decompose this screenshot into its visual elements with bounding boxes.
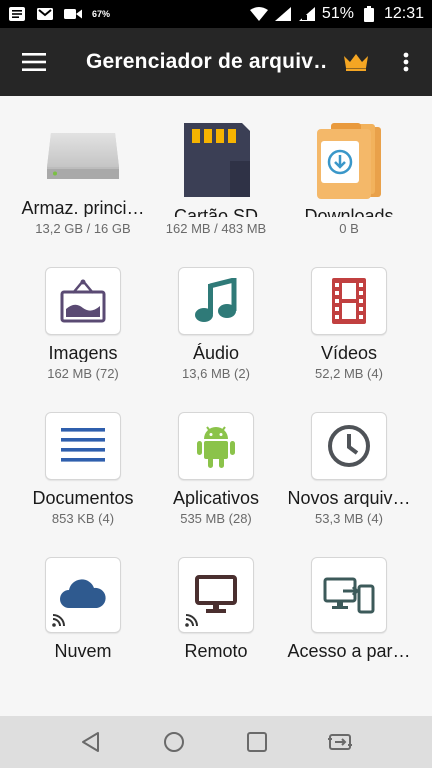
- status-bar: 67% 51% 12:31: [0, 0, 432, 28]
- tile-label: Áudio: [192, 343, 240, 362]
- tile-label: Imagens: [48, 343, 118, 362]
- cloud-icon: [45, 557, 121, 633]
- clock-time: 12:31: [383, 5, 424, 22]
- screen-cast-icon: [328, 734, 352, 750]
- tile-size: 13,2 GB / 16 GB: [35, 221, 131, 236]
- pc-to-device-icon: [311, 557, 387, 633]
- tile-label: Cartão SD: [173, 206, 259, 217]
- tile-label: Acesso a par…: [287, 641, 411, 661]
- tile-shared-access[interactable]: Acesso a par…: [277, 531, 421, 671]
- overflow-menu-button[interactable]: [388, 42, 424, 82]
- tile-size: 0 B: [339, 221, 359, 236]
- tile-size: 53,3 MB (4): [315, 511, 383, 526]
- cast-icon: [185, 614, 198, 627]
- hamburger-menu-button[interactable]: [0, 28, 68, 96]
- tile-remote[interactable]: Remoto: [144, 531, 288, 671]
- home-icon: [164, 732, 184, 752]
- more-vert-icon: [403, 52, 409, 72]
- app-bar: Gerenciador de arquiv…: [0, 28, 432, 96]
- tile-label: Remoto: [184, 641, 248, 661]
- tile-size: 535 MB (28): [180, 511, 252, 526]
- system-nav-bar: [0, 716, 432, 768]
- tile-label: Nuvem: [54, 641, 112, 661]
- downloads-folder-icon: [311, 122, 387, 199]
- tile-sd-card[interactable]: Cartão SD 162 MB / 483 MB: [144, 96, 288, 236]
- page-title: Gerenciador de arquiv…: [86, 50, 326, 73]
- sd-card-icon: [178, 122, 254, 198]
- tile-cloud[interactable]: Nuvem: [11, 531, 155, 671]
- back-button[interactable]: [75, 726, 107, 758]
- tile-audio[interactable]: Áudio 13,6 MB (2): [144, 241, 288, 381]
- picture-frame-icon: [45, 267, 121, 336]
- wifi-icon: [249, 6, 268, 22]
- home-button[interactable]: [158, 726, 190, 758]
- signal-icon: [274, 6, 292, 22]
- tile-label: Novos arquiv…: [287, 488, 411, 507]
- hard-drive-icon: [45, 122, 121, 190]
- screen-cast-button[interactable]: [324, 726, 356, 758]
- tile-size: 13,6 MB (2): [182, 366, 250, 381]
- film-strip-icon: [311, 267, 387, 336]
- category-grid: Armaz. princi… 13,2 GB / 16 GB Cartão SD…: [0, 96, 432, 716]
- tile-main-storage[interactable]: Armaz. princi… 13,2 GB / 16 GB: [11, 96, 155, 236]
- tile-label: Armaz. princi…: [21, 198, 145, 217]
- tile-label: Aplicativos: [172, 488, 260, 507]
- tile-downloads[interactable]: Downloads 0 B: [277, 96, 421, 236]
- tile-images[interactable]: Imagens 162 MB (72): [11, 241, 155, 381]
- recents-icon: [247, 732, 267, 752]
- recents-button[interactable]: [241, 726, 273, 758]
- tile-apps[interactable]: Aplicativos 535 MB (28): [144, 386, 288, 526]
- mail-icon: [36, 6, 54, 22]
- status-small-text: 67%: [92, 9, 111, 19]
- tile-label: Vídeos: [320, 343, 378, 362]
- battery-percent: 51%: [321, 5, 354, 22]
- clock-icon: [311, 412, 387, 481]
- tile-size: 162 MB / 483 MB: [165, 221, 267, 236]
- tile-size: 52,2 MB (4): [315, 366, 383, 381]
- tile-label: Documentos: [32, 488, 134, 507]
- tile-size: 853 KB (4): [51, 511, 115, 526]
- document-lines-icon: [45, 412, 121, 481]
- tile-label: Downloads: [304, 206, 394, 217]
- android-icon: [178, 412, 254, 481]
- video-camera-icon: [64, 6, 82, 22]
- tile-size: 162 MB (72): [47, 366, 119, 381]
- crown-icon: [344, 54, 368, 71]
- hamburger-icon: [22, 53, 46, 71]
- tile-documents[interactable]: Documentos 853 KB (4): [11, 386, 155, 526]
- premium-button[interactable]: [336, 42, 376, 82]
- cast-icon: [52, 614, 65, 627]
- music-note-icon: [178, 267, 254, 336]
- monitor-icon: [178, 557, 254, 633]
- signal-2-icon: [298, 6, 316, 22]
- battery-icon: [360, 6, 378, 22]
- back-icon: [82, 732, 99, 752]
- tile-new-files[interactable]: Novos arquiv… 53,3 MB (4): [277, 386, 421, 526]
- tile-videos[interactable]: Vídeos 52,2 MB (4): [277, 241, 421, 381]
- notification-list-icon: [8, 6, 26, 22]
